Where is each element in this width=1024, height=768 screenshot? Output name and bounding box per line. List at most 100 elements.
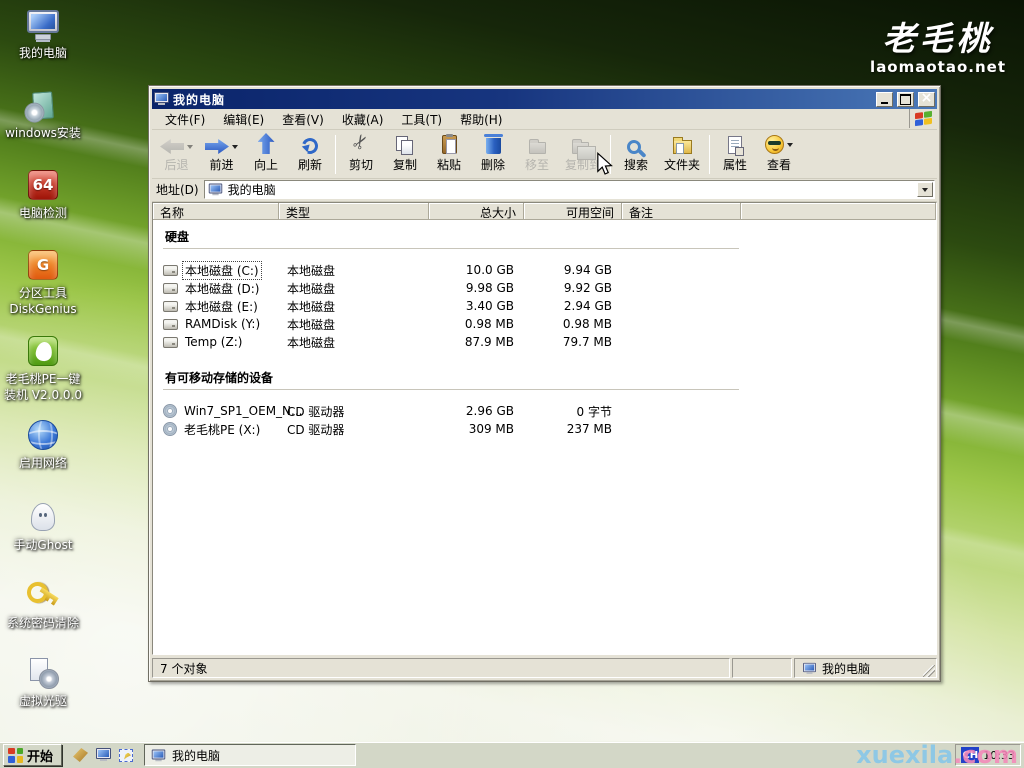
toolbar-button-search[interactable]: 搜索	[614, 132, 658, 177]
type-cell: 本地磁盘	[279, 280, 429, 297]
desktop-icon-password-clear[interactable]: 系统密码清除	[0, 576, 86, 630]
desktop-icon-label: 手动Ghost	[13, 538, 72, 552]
media-editor-icon[interactable]	[119, 749, 133, 762]
toolbar-button-properties[interactable]: 属性	[713, 132, 757, 177]
toolbar-button-label: 前进	[209, 156, 233, 173]
toolbar-button-label: 刷新	[298, 156, 322, 173]
column-header-1[interactable]: 类型	[279, 203, 429, 220]
views-icon	[765, 135, 784, 154]
table-row[interactable]: 老毛桃PE (X:)CD 驱动器309 MB237 MB	[163, 420, 936, 438]
toolbar-button-label: 搜索	[624, 156, 648, 173]
toolbar-button-views[interactable]: 查看	[757, 132, 801, 177]
table-row[interactable]: RAMDisk (Y:)本地磁盘0.98 MB0.98 MB	[163, 315, 936, 333]
table-row[interactable]: 本地磁盘 (E:)本地磁盘3.40 GB2.94 GB	[163, 297, 936, 315]
address-label: 地址(D)	[156, 181, 199, 198]
item-name[interactable]: 本地磁盘 (C:)	[183, 262, 261, 279]
diskgenius-glyph: G	[28, 250, 58, 280]
toolbar-button-arrow-up[interactable]: 向上	[244, 132, 288, 177]
menu-item-2[interactable]: 查看(V)	[273, 108, 333, 131]
table-row[interactable]: Temp (Z:)本地磁盘87.9 MB79.7 MB	[163, 333, 936, 351]
table-row[interactable]: 本地磁盘 (C:)本地磁盘10.0 GB9.94 GB	[163, 261, 936, 279]
toolbar-button-label: 查看	[767, 156, 791, 173]
name-cell: 本地磁盘 (E:)	[163, 298, 279, 315]
minimize-button[interactable]	[876, 92, 893, 107]
show-desktop-icon[interactable]	[96, 748, 111, 759]
close-button[interactable]	[918, 92, 935, 107]
title-bar[interactable]: 我的电脑	[152, 89, 937, 109]
desktop-icon-windows-install[interactable]: windows安装	[0, 86, 86, 140]
column-header-5[interactable]	[741, 203, 936, 220]
item-name[interactable]: 本地磁盘 (E:)	[183, 298, 260, 315]
toolbar-button-folders[interactable]: 文件夹	[658, 132, 706, 177]
menu-item-1[interactable]: 编辑(E)	[214, 108, 273, 131]
resize-grip[interactable]	[923, 665, 935, 677]
desktop-icon-my-computer[interactable]: 我的电脑	[0, 6, 86, 60]
language-indicator[interactable]: CH	[961, 747, 979, 763]
item-name[interactable]: Temp (Z:)	[183, 335, 244, 349]
status-location: 我的电脑	[822, 660, 870, 677]
menu-item-0[interactable]: 文件(F)	[156, 108, 214, 131]
type-cell: CD 驱动器	[279, 403, 429, 420]
scissors-icon	[353, 130, 369, 154]
search-icon	[627, 140, 641, 154]
address-dropdown-button[interactable]	[917, 182, 933, 197]
desktop-icon-virtual-cd[interactable]: 虚拟光驱	[0, 654, 86, 708]
free-cell: 9.94 GB	[524, 263, 622, 277]
icon-badge-text: G	[37, 256, 49, 274]
item-name[interactable]: 老毛桃PE (X:)	[182, 421, 262, 438]
toolbar-icon-wrap	[442, 135, 457, 154]
chevron-down-icon[interactable]	[232, 145, 238, 152]
menu-item-5[interactable]: 帮助(H)	[451, 108, 511, 131]
toolbar-button-move-to: 移至	[515, 132, 559, 177]
type-cell: 本地磁盘	[279, 316, 429, 333]
password-clear-icon	[21, 576, 65, 614]
chevron-down-icon[interactable]	[187, 145, 193, 152]
chevron-down-icon[interactable]	[787, 143, 793, 150]
column-header-4[interactable]: 备注	[622, 203, 741, 220]
address-combobox[interactable]: 我的电脑	[204, 180, 935, 199]
desktop-icon-laomaotao-pe-installer[interactable]: 老毛桃PE一键装机 V2.0.0.0	[0, 332, 86, 402]
windows-flag-icon	[915, 111, 932, 126]
desktop-icon-diskgenius[interactable]: G分区工具DiskGenius	[0, 246, 86, 316]
taskbar-task-my-computer[interactable]: 我的电脑	[144, 744, 356, 766]
toolbar-button-delete[interactable]: 删除	[471, 132, 515, 177]
name-cell: 本地磁盘 (C:)	[163, 262, 279, 279]
desktop-icon-manual-ghost[interactable]: 手动Ghost	[0, 498, 86, 552]
sweeper-icon[interactable]	[73, 748, 88, 762]
toolbar-button-scissors[interactable]: 剪切	[339, 132, 383, 177]
mouse-cursor	[596, 152, 613, 179]
toolbar-button-paste[interactable]: 粘贴	[427, 132, 471, 177]
enable-network-icon	[21, 416, 65, 454]
toolbar-button-arrow-right[interactable]: 前进	[199, 132, 244, 177]
start-button[interactable]: 开始	[3, 744, 62, 766]
desktop-icon-pc-check[interactable]: 64电脑检测	[0, 166, 86, 220]
column-header-3[interactable]: 可用空间	[524, 203, 622, 220]
column-header-0[interactable]: 名称	[153, 203, 279, 220]
clock[interactable]: 10:33	[983, 749, 1015, 762]
item-name[interactable]: 本地磁盘 (D:)	[183, 280, 261, 297]
name-cell: Win7_SP1_OEM_N...	[163, 404, 279, 418]
desktop-icon-label: 电脑检测	[19, 206, 67, 220]
toolbar-button-copy[interactable]: 复制	[383, 132, 427, 177]
toolbar-button-label: 后退	[164, 156, 188, 173]
properties-icon	[728, 136, 742, 154]
name-cell: 老毛桃PE (X:)	[163, 421, 279, 438]
computer-icon	[154, 92, 169, 103]
maximize-button[interactable]	[897, 92, 914, 107]
table-row[interactable]: 本地磁盘 (D:)本地磁盘9.98 GB9.92 GB	[163, 279, 936, 297]
desktop-icon-enable-network[interactable]: 启用网络	[0, 416, 86, 470]
size-cell: 0.98 MB	[429, 317, 524, 331]
toolbar-icon-wrap	[205, 139, 238, 154]
toolbar-button-refresh[interactable]: 刷新	[288, 132, 332, 177]
desktop-icon-label: 我的电脑	[19, 46, 67, 60]
laomaotao-pe-installer-icon	[21, 332, 65, 370]
column-header-2[interactable]: 总大小	[429, 203, 524, 220]
menu-item-3[interactable]: 收藏(A)	[333, 108, 393, 131]
toolbar-icon-wrap	[728, 136, 742, 154]
disk-icon	[163, 337, 178, 348]
desktop-icon-label: 分区工具	[19, 286, 67, 300]
start-logo-square	[17, 748, 24, 755]
item-name[interactable]: RAMDisk (Y:)	[183, 317, 262, 331]
table-row[interactable]: Win7_SP1_OEM_N...CD 驱动器2.96 GB0 字节	[163, 402, 936, 420]
menu-item-4[interactable]: 工具(T)	[392, 108, 451, 131]
